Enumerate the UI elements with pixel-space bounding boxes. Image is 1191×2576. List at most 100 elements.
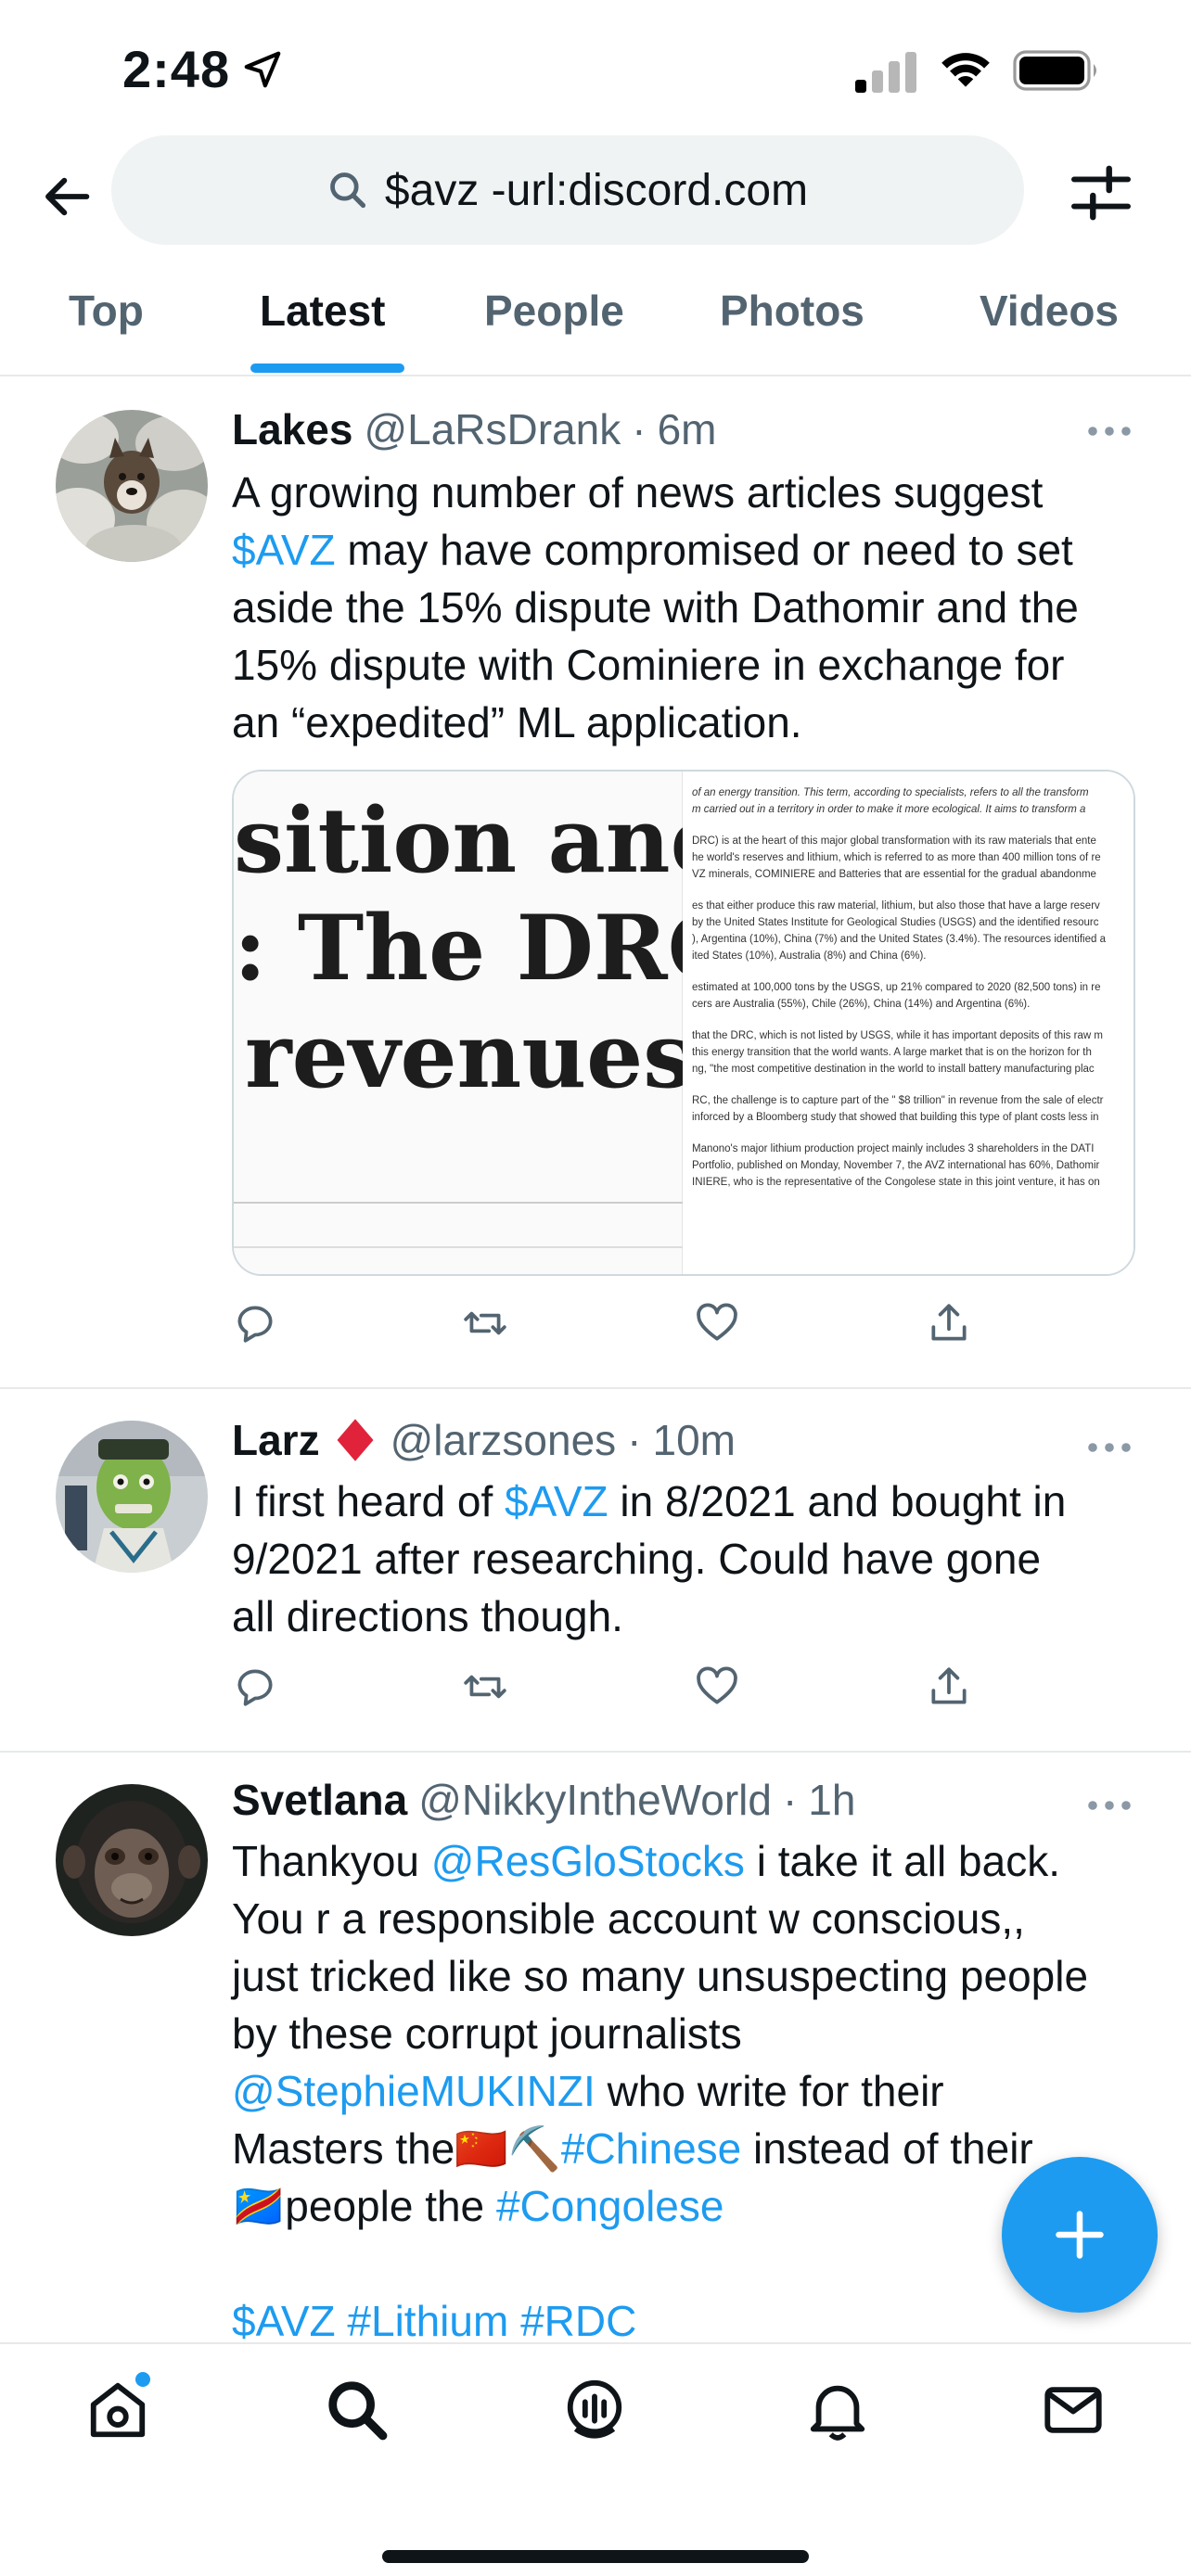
wifi-icon: [941, 53, 990, 87]
tweet-text-line: @StephieMUKINZI who write for their: [232, 2062, 1150, 2120]
tweet-time[interactable]: 10m: [653, 1415, 736, 1465]
author-handle[interactable]: @NikkyIntheWorld: [418, 1775, 772, 1825]
article-line: DRC) is at the heart of this major globa…: [692, 835, 1096, 847]
cashtag-link[interactable]: $AVZ: [505, 1477, 608, 1525]
tweet-time[interactable]: 6m: [658, 404, 717, 454]
like-icon[interactable]: [694, 1664, 740, 1710]
tab-latest[interactable]: Latest: [260, 286, 385, 336]
tweet-text-line: $AVZ may have compromised or need to set: [232, 521, 1150, 579]
flag-emoji: 🇨🇩: [232, 2182, 286, 2230]
article-line: cers are Australia (55%), Chile (26%), C…: [692, 999, 1031, 1010]
tweet-text-line: $AVZ #Lithium #RDC: [232, 2292, 1150, 2350]
share-icon[interactable]: [926, 1664, 972, 1710]
search-icon: [330, 172, 365, 209]
media-divider: [234, 1246, 683, 1248]
article-line: ng, "the most competitive destination in…: [692, 1064, 1095, 1075]
avatar[interactable]: [56, 410, 208, 562]
search-tabs: Top Latest People Photos Videos: [0, 278, 1191, 376]
search-filter-icon[interactable]: [1069, 163, 1133, 223]
cashtag-link[interactable]: $AVZ: [232, 526, 336, 574]
reply-icon[interactable]: [232, 1664, 278, 1710]
back-arrow-icon[interactable]: [37, 167, 96, 226]
notification-dot: [135, 2372, 150, 2387]
search-icon[interactable]: [325, 2378, 390, 2442]
article-line: m carried out in a territory in order to…: [692, 804, 1086, 815]
home-icon[interactable]: [85, 2378, 150, 2442]
article-line: that the DRC, which is not listed by USG…: [692, 1030, 1103, 1041]
tweet[interactable]: Larz @larzsones · 10m I first heard of $…: [0, 1391, 1191, 1753]
author-handle[interactable]: @LaRsDrank: [364, 404, 621, 454]
messages-icon[interactable]: [1041, 2378, 1106, 2442]
more-options-icon[interactable]: [1087, 1799, 1132, 1812]
media-article-text: of an energy transition. This term, acco…: [683, 772, 1133, 1274]
hashtag-link[interactable]: #Lithium: [347, 2297, 508, 2345]
search-input[interactable]: $avz -url:discord.com: [111, 135, 1024, 245]
tweet-text-line: by these corrupt journalists: [232, 2009, 742, 2058]
author-name[interactable]: Lakes: [232, 404, 352, 454]
avatar[interactable]: [56, 1784, 208, 1936]
tab-top[interactable]: Top: [69, 286, 144, 336]
avatar-chimp-image: [56, 1784, 208, 1936]
author-name[interactable]: Larz: [232, 1415, 320, 1465]
tweet-actions: [232, 1300, 992, 1356]
tab-people[interactable]: People: [484, 286, 624, 336]
mention-link[interactable]: @ResGloStocks: [431, 1837, 745, 1885]
reply-icon[interactable]: [232, 1300, 278, 1346]
article-line: by the United States Institute for Geolo…: [692, 917, 1099, 928]
tweet-header: Svetlana @NikkyIntheWorld · 1h: [232, 1775, 855, 1825]
tweet-text-line: just tricked like so many unsuspecting p…: [232, 1952, 1089, 2000]
hashtag-link[interactable]: #RDC: [520, 2297, 636, 2345]
article-line: ), Argentina (10%), China (7%) and the U…: [692, 934, 1106, 945]
tweet-text-fragment: may have compromised or need to set: [335, 526, 1073, 574]
article-line: INIERE, who is the representative of the…: [692, 1177, 1100, 1188]
article-line: ited States (10%), Australia (8%) and Ch…: [692, 950, 927, 962]
article-line: he world's reserves and lithium, which i…: [692, 852, 1101, 863]
tweet-text-fragment: in 8/2021 and bought in: [608, 1477, 1067, 1525]
article-line: Portfolio, published on Monday, November…: [692, 1160, 1100, 1171]
article-line: inforced by a Bloomberg study that showe…: [692, 1112, 1099, 1123]
tweet-text-fragment: who write for their: [595, 2067, 944, 2115]
mention-link[interactable]: @StephieMUKINZI: [232, 2067, 596, 2115]
compose-tweet-button[interactable]: [1002, 2157, 1158, 2313]
plus-icon: [1056, 2211, 1104, 2259]
tweet-text: A growing number of news articles sugges…: [232, 464, 1150, 751]
tab-videos[interactable]: Videos: [980, 286, 1119, 336]
tweet[interactable]: Lakes @LaRsDrank · 6m A growing number o…: [0, 378, 1191, 1389]
retweet-icon[interactable]: [462, 1300, 508, 1346]
diamond-emoji: [337, 1419, 374, 1461]
hashtag-link[interactable]: #Chinese: [561, 2124, 741, 2173]
more-options-icon[interactable]: [1087, 1441, 1132, 1454]
article-line: RC, the challenge is to capture part of …: [692, 1095, 1104, 1106]
tweet-text-fragment: Masters the: [232, 2124, 455, 2173]
separator-dot: ·: [627, 1416, 642, 1464]
tweet-time[interactable]: 1h: [808, 1775, 855, 1825]
separator-dot: ·: [632, 405, 647, 453]
tweet-text-line: A growing number of news articles sugges…: [232, 468, 1044, 516]
tweet-text-line: You r a responsible account w conscious,…: [232, 1894, 1025, 1943]
notifications-icon[interactable]: [805, 2378, 870, 2442]
active-tab-indicator: [250, 363, 404, 373]
retweet-icon[interactable]: [462, 1664, 508, 1710]
more-options-icon[interactable]: [1087, 425, 1132, 438]
tweet-text-line: aside the 15% dispute with Dathomir and …: [232, 583, 1079, 631]
article-line: of an energy transition. This term, acco…: [692, 787, 1089, 798]
tweet-text-fragment: instead of their: [741, 2124, 1033, 2173]
share-icon[interactable]: [926, 1300, 972, 1346]
author-name[interactable]: Svetlana: [232, 1775, 407, 1825]
flag-pick-emoji: 🇨🇳⛏️: [455, 2124, 561, 2173]
tweet-text-fragment: people the: [285, 2182, 496, 2230]
tweet-text-line: 15% dispute with Cominiere in exchange f…: [232, 641, 1065, 689]
avatar[interactable]: [56, 1421, 208, 1573]
like-icon[interactable]: [694, 1300, 740, 1346]
spaces-icon[interactable]: [562, 2378, 627, 2442]
hashtag-link[interactable]: #Congolese: [496, 2182, 724, 2230]
location-arrow-icon: [244, 51, 281, 88]
tweet-text-line: an “expedited” ML application.: [232, 698, 802, 746]
tab-photos[interactable]: Photos: [720, 286, 864, 336]
tweet-media-image[interactable]: sition and : The DRC revenues of an ener…: [232, 770, 1135, 1276]
tweet-actions: [232, 1664, 992, 1719]
tweet-text-line: Thankyou @ResGloStocks i take it all bac…: [232, 1832, 1150, 1890]
author-handle[interactable]: @larzsones: [391, 1415, 617, 1465]
cashtag-link[interactable]: $AVZ: [232, 2297, 336, 2345]
media-headline-line: revenues: [245, 1003, 694, 1108]
